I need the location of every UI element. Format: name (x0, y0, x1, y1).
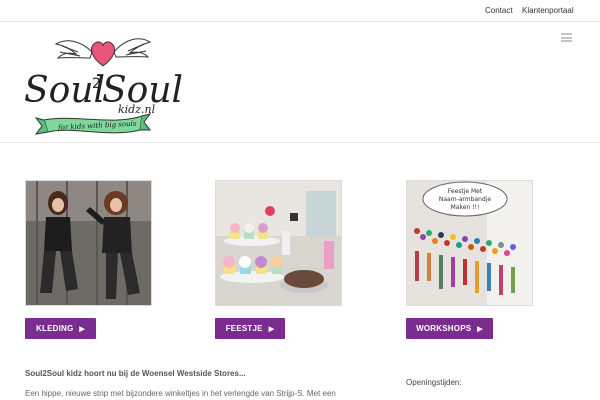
svg-text:Maken !!!: Maken !!! (451, 204, 480, 211)
intro-heading: Soul2Soul kidz hoort nu bij de Woensel W… (25, 369, 246, 378)
intro-paragraph: Een hippe, nieuwe strip met bijzondere w… (25, 389, 336, 398)
svg-text:Naam-armbandje: Naam-armbandje (439, 196, 491, 203)
svg-text:Feestje Met: Feestje Met (448, 188, 483, 195)
workshops-image[interactable]: Feestje Met Naam-armbandje Maken !!! (406, 180, 533, 306)
workshops-button-label: WORKSHOPS (416, 324, 472, 333)
workshops-button[interactable]: WORKSHOPS ▶ (406, 318, 493, 339)
hamburger-menu-icon[interactable] (561, 33, 572, 42)
heart-icon (91, 41, 115, 67)
feestje-button-label: FEESTJE (225, 324, 263, 333)
play-arrow-icon: ▶ (268, 325, 275, 333)
site-header: Soul Soul 2 kidz.nl for kids with big so… (0, 22, 600, 143)
top-bar: Contact Klantenportaal (0, 0, 600, 22)
play-arrow-icon: ▶ (477, 325, 483, 333)
svg-text:2: 2 (92, 76, 101, 92)
kleding-button-label: KLEDING (36, 324, 74, 333)
play-arrow-icon: ▶ (79, 325, 85, 333)
contact-link[interactable]: Contact (485, 6, 513, 15)
kleding-button[interactable]: KLEDING ▶ (25, 318, 96, 339)
soul2soul-logo[interactable]: Soul Soul 2 kidz.nl for kids with big so… (22, 30, 183, 136)
kleding-image[interactable] (25, 180, 152, 306)
feestje-button[interactable]: FEESTJE ▶ (215, 318, 285, 339)
opening-hours-label: Openingstijden: (406, 378, 462, 387)
feestje-image[interactable] (215, 180, 342, 306)
klantenportaal-link[interactable]: Klantenportaal (522, 6, 574, 15)
